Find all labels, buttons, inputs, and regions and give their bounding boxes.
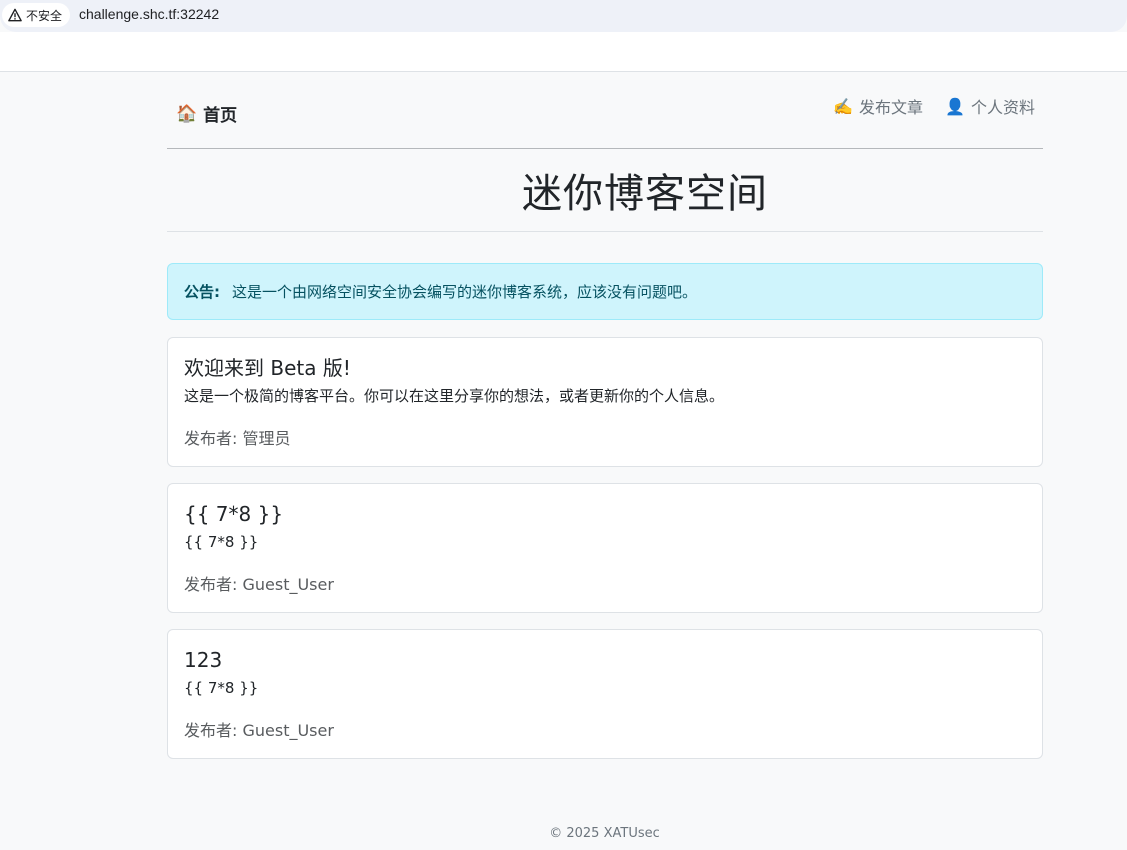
post-content: {{ 7*8 }} [184, 679, 259, 697]
house-icon: 🏠 [176, 103, 198, 124]
notice-alert: 公告: 这是一个由网络空间安全协会编写的迷你博客系统，应该没有问题吧。 [167, 263, 1043, 320]
post-author: 发布者: Guest_User [184, 721, 334, 740]
post-card: 欢迎来到 Beta 版! 这是一个极简的博客平台。你可以在这里分享你的想法，或者… [167, 337, 1043, 467]
post-title: 123 [184, 648, 223, 672]
page-header: 迷你博客空间 [167, 149, 1043, 232]
nav-profile-label: 个人资料 [970, 98, 1035, 117]
nav-home-label: 首页 [203, 106, 238, 126]
nav-publish-label: 发布文章 [859, 98, 924, 117]
post-title: {{ 7*8 }} [184, 502, 284, 526]
navbar: 🏠 首页 ✍️ 发布文章 👤 个人资料 [167, 73, 1043, 149]
post-content: {{ 7*8 }} [184, 533, 259, 551]
post-content: 这是一个极简的博客平台。你可以在这里分享你的想法，或者更新你的个人信息。 [184, 387, 725, 405]
notice-text: 这是一个由网络空间安全协会编写的迷你博客系统，应该没有问题吧。 [232, 283, 698, 301]
nav-links: ✍️ 发布文章 👤 个人资料 [833, 94, 1035, 118]
main-container: 🏠 首页 ✍️ 发布文章 👤 个人资料 迷你博客空间 公告: 这是一个由网络空间… [167, 73, 1043, 759]
nav-profile-link[interactable]: 👤 个人资料 [945, 94, 1035, 118]
url-field[interactable]: challenge.shc.tf:32242 [79, 6, 219, 22]
page-footer: © 2025 XATUsec [549, 826, 660, 841]
top-strip [0, 32, 1127, 72]
security-label: 不安全 [26, 8, 63, 23]
post-author: 发布者: Guest_User [184, 575, 334, 594]
notice-label: 公告: [184, 283, 220, 301]
writing-hand-icon: ✍️ [833, 96, 854, 116]
nav-publish-link[interactable]: ✍️ 发布文章 [833, 94, 923, 118]
user-icon: 👤 [945, 96, 965, 116]
post-author: 发布者: 管理员 [184, 429, 291, 448]
security-indicator[interactable]: 不安全 [2, 3, 70, 27]
post-card: 123 {{ 7*8 }} 发布者: Guest_User [167, 629, 1043, 759]
post-card: {{ 7*8 }} {{ 7*8 }} 发布者: Guest_User [167, 483, 1043, 613]
post-title: 欢迎来到 Beta 版! [184, 356, 351, 380]
page-title: 迷你博客空间 [522, 171, 768, 217]
warning-icon [8, 8, 22, 22]
browser-address-bar: 不安全 challenge.shc.tf:32242 [0, 0, 1127, 32]
nav-home-link[interactable]: 🏠 首页 [176, 101, 238, 127]
